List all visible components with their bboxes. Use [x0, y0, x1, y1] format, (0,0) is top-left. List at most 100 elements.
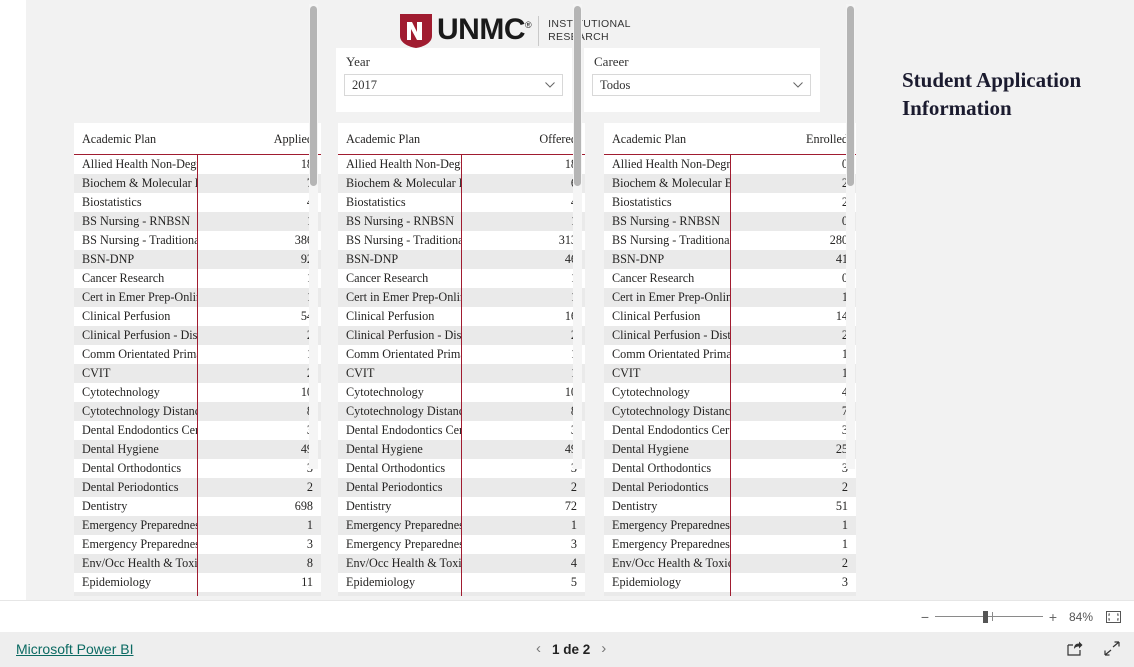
table-row[interactable]: Biostatistics 4	[74, 193, 321, 212]
table-row[interactable]: Clinical Perfusion 54	[74, 307, 321, 326]
table-row[interactable]: Dental Endodontics Certificate3	[338, 421, 585, 440]
table-row[interactable]: Biochem & Molecular Biology6	[338, 174, 585, 193]
zoom-slider-thumb[interactable]	[983, 611, 988, 623]
table-row[interactable]: Dental Periodontics 2	[338, 478, 585, 497]
table-row[interactable]: Dental Periodontics 2	[74, 478, 321, 497]
table-row[interactable]: Dental Periodontics 2	[604, 478, 856, 497]
table-row[interactable]: Biostatistics 2	[604, 193, 856, 212]
table-row[interactable]: BSN-DNP 41	[604, 250, 856, 269]
table-row[interactable]: Epidemiology 5	[338, 573, 585, 592]
table-row[interactable]: Env/Occ Health & Toxicology8	[74, 554, 321, 573]
table-row[interactable]: Comm Orientated Primary Care1	[338, 345, 585, 364]
table-row[interactable]: BS Nursing - Traditional 280	[604, 231, 856, 250]
table-row[interactable]: Dental Orthodontics 3	[604, 459, 856, 478]
table-row[interactable]: Clinical Perfusion - Distance2	[338, 326, 585, 345]
fullscreen-button[interactable]	[1104, 641, 1120, 661]
table-row[interactable]: Dental Hygiene 49	[338, 440, 585, 459]
table-row[interactable]: Cytotechnology 10	[338, 383, 585, 402]
table-row[interactable]: Dental Endodontics Certificate3	[604, 421, 856, 440]
table-row[interactable]: Emergency Preparedness ONLINE3	[338, 535, 585, 554]
table-row[interactable]: BSN-DNP 46	[338, 250, 585, 269]
table-row[interactable]: Dental Orthodontics 3	[338, 459, 585, 478]
table-row[interactable]: Dental Hygiene 25	[604, 440, 856, 459]
table-row[interactable]: Dentistry 698	[74, 497, 321, 516]
fit-to-page-button[interactable]	[1102, 608, 1124, 626]
table-row[interactable]: BSN-DNP 92	[74, 250, 321, 269]
table-row[interactable]: Env/Occ Health & Toxicology2	[604, 554, 856, 573]
table-row[interactable]: CVIT1	[604, 364, 856, 383]
prev-page-button[interactable]: ‹	[536, 640, 541, 658]
zoom-out-button[interactable]: −	[918, 609, 932, 625]
table-row[interactable]: Epidemiology 11	[74, 573, 321, 592]
table-row[interactable]: Biochem & Molecular Biology2	[604, 174, 856, 193]
table-row[interactable]: BS Nursing - RNBSN1	[338, 212, 585, 231]
table-row[interactable]: Clinical Perfusion 14	[604, 307, 856, 326]
filter-career-select[interactable]: Todos	[592, 74, 811, 96]
share-button[interactable]	[1067, 641, 1083, 661]
table-row[interactable]: Env/Occ Health & Toxicology4	[338, 554, 585, 573]
table-row[interactable]: BS Nursing - Traditional 313	[338, 231, 585, 250]
table-row[interactable]: Cytotechnology 4	[604, 383, 856, 402]
table-row[interactable]: CVIT2	[74, 364, 321, 383]
table-row[interactable]: Biochem & Molecular Biology7	[74, 174, 321, 193]
table-row[interactable]: Comm Orientated Primary Care1	[74, 345, 321, 364]
table-row[interactable]: Cancer Research 1	[74, 269, 321, 288]
column-header-enrolled[interactable]: Enrolled	[730, 123, 856, 155]
table-row[interactable]: BS Nursing - Traditional 386	[74, 231, 321, 250]
table-row[interactable]: CVIT1	[338, 364, 585, 383]
table-row[interactable]: BS Nursing - RNBSN1	[74, 212, 321, 231]
table-row[interactable]: Cytotechnology Distance 7	[604, 402, 856, 421]
table-row[interactable]: Comm Orientated Primary Care1	[604, 345, 856, 364]
table-row[interactable]: Cert in Emer Prep-Online1	[74, 288, 321, 307]
table-applied[interactable]: Academic Plan Applied Allied Health Non-…	[74, 123, 321, 596]
table-row[interactable]: Emergency Preparedness ONLINE3	[74, 535, 321, 554]
table-row[interactable]: Clinical Perfusion 16	[338, 307, 585, 326]
column-header-academic-plan[interactable]: Academic Plan	[604, 123, 730, 155]
table-row[interactable]: Cert in Emer Prep-Online1	[604, 288, 856, 307]
table-row[interactable]: Emergency Preparedness ONLINE1	[604, 535, 856, 554]
zoom-slider[interactable]	[935, 610, 1043, 624]
table-enrolled-scrollbar[interactable]	[846, 4, 855, 469]
table-row[interactable]: Cytotechnology 10	[74, 383, 321, 402]
filter-year-select[interactable]: 2017	[344, 74, 563, 96]
table-row[interactable]: Dental Orthodontics 3	[74, 459, 321, 478]
table-row[interactable]: General Practice Residency6	[74, 592, 321, 596]
table-row[interactable]: Biostatistics 4	[338, 193, 585, 212]
table-row[interactable]: BS Nursing - RNBSN 0	[604, 212, 856, 231]
table-row[interactable]: General Practice Residency6	[604, 592, 856, 596]
scrollbar-thumb[interactable]	[574, 6, 581, 186]
table-row[interactable]: Dental Endodontics Certificate3	[74, 421, 321, 440]
table-row[interactable]: Allied Health Non-Degree18	[338, 154, 585, 174]
scrollbar-thumb[interactable]	[847, 6, 854, 186]
table-row[interactable]: General Practice Residency6	[338, 592, 585, 596]
table-row[interactable]: Emergency Preparedness 1	[74, 516, 321, 535]
zoom-in-button[interactable]: +	[1046, 609, 1060, 625]
cell-academic-plan: Emergency Preparedness	[338, 516, 462, 535]
table-row[interactable]: Clinical Perfusion - Distance2	[74, 326, 321, 345]
table-row[interactable]: Cytotechnology Distance8	[74, 402, 321, 421]
table-row[interactable]: Allied Health Non-Degree18	[74, 154, 321, 174]
table-row[interactable]: Cert in Emer Prep-Online1	[338, 288, 585, 307]
table-row[interactable]: Cancer Research 0	[604, 269, 856, 288]
table-enrolled[interactable]: Academic Plan Enrolled Allied Health Non…	[604, 123, 856, 596]
table-row[interactable]: Dentistry 72	[338, 497, 585, 516]
table-offered-scrollbar[interactable]	[573, 4, 582, 469]
column-header-offered[interactable]: Offered	[461, 123, 585, 155]
table-row[interactable]: Cancer Research 1	[338, 269, 585, 288]
table-row[interactable]: Clinical Perfusion - Distance2	[604, 326, 856, 345]
table-offered[interactable]: Academic Plan Offered Allied Health Non-…	[338, 123, 585, 596]
column-header-academic-plan[interactable]: Academic Plan	[74, 123, 198, 155]
column-header-academic-plan[interactable]: Academic Plan	[338, 123, 462, 155]
table-row[interactable]: Dentistry 51	[604, 497, 856, 516]
next-page-button[interactable]: ›	[601, 640, 606, 658]
column-header-applied[interactable]: Applied	[197, 123, 321, 155]
scrollbar-thumb[interactable]	[310, 6, 317, 186]
table-row[interactable]: Emergency Preparedness 1	[604, 516, 856, 535]
table-row[interactable]: Dental Hygiene 49	[74, 440, 321, 459]
powerbi-link[interactable]: Microsoft Power BI	[16, 641, 133, 657]
table-row[interactable]: Emergency Preparedness 1	[338, 516, 585, 535]
table-row[interactable]: Cytotechnology Distance8	[338, 402, 585, 421]
table-applied-scrollbar[interactable]	[309, 4, 318, 469]
table-row[interactable]: Allied Health Non-Degree 0	[604, 154, 856, 174]
table-row[interactable]: Epidemiology 3	[604, 573, 856, 592]
